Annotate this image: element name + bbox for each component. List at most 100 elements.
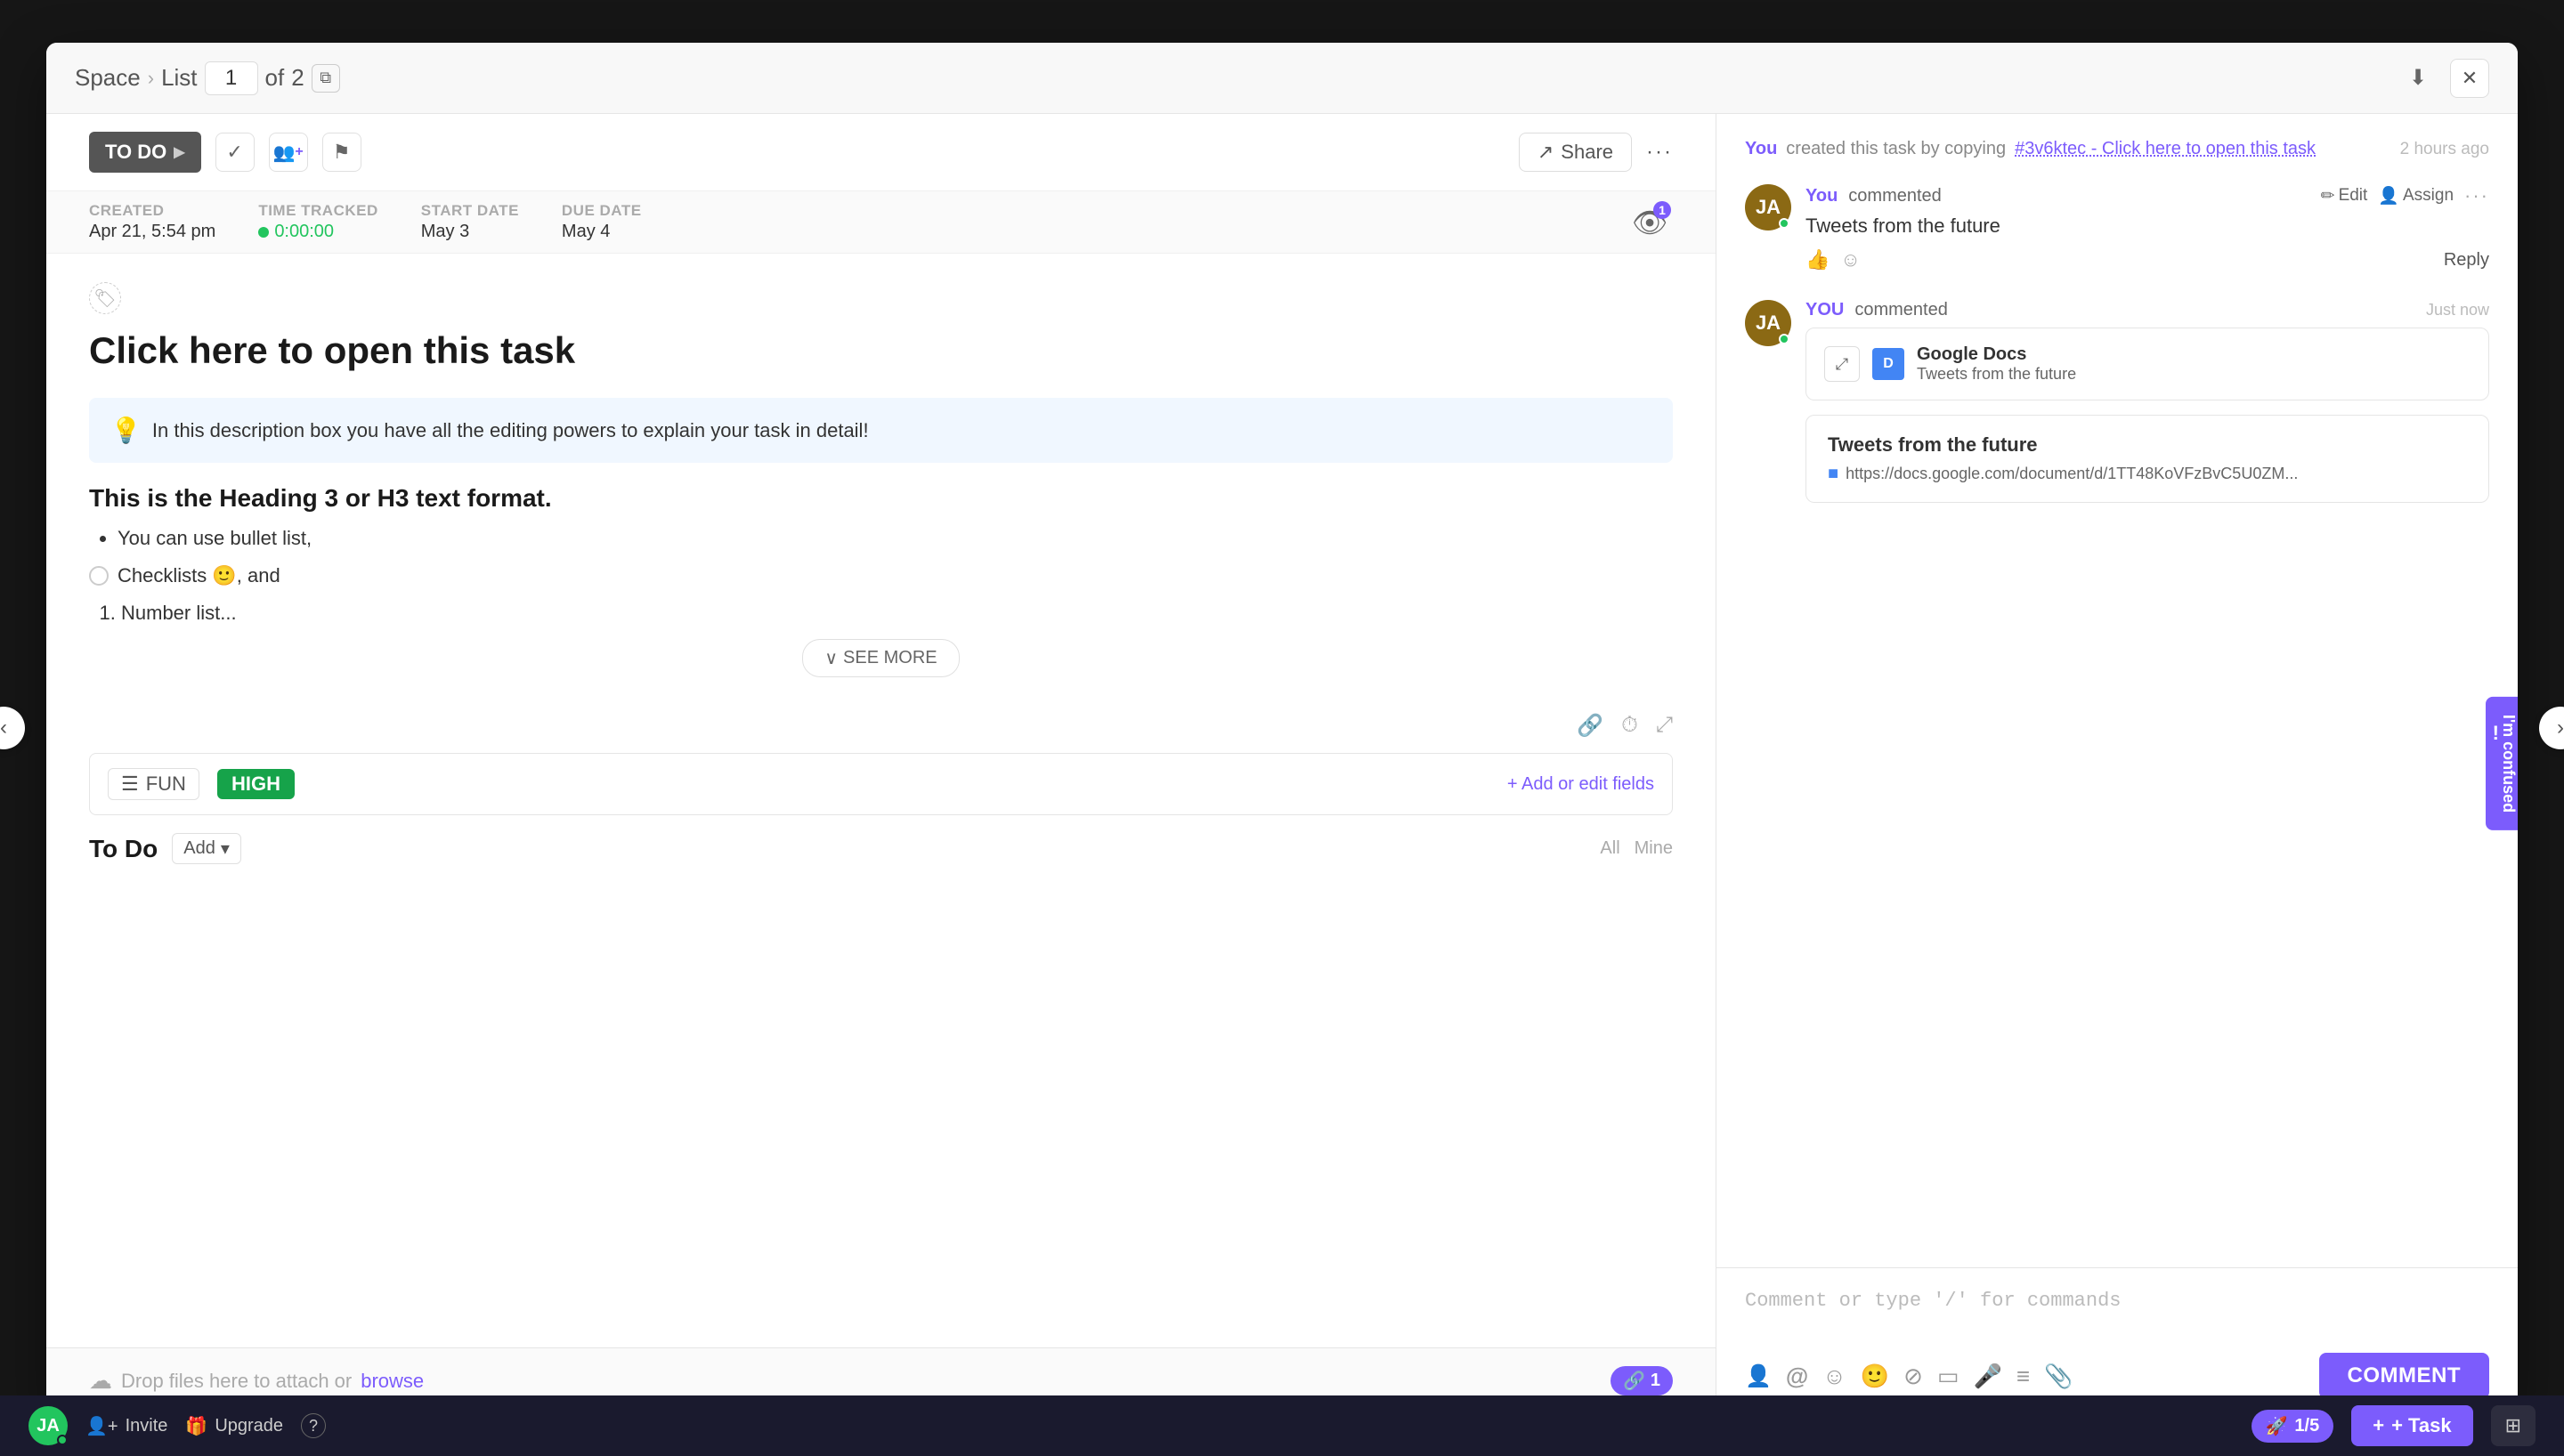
- topbar-actions: ⬇ ✕: [2400, 59, 2489, 98]
- todo-title: To Do: [89, 835, 158, 863]
- link-url-text: https://docs.google.com/document/d/1TT48…: [1846, 465, 2298, 483]
- copy-icon: ⧉: [320, 69, 331, 87]
- add-task-label: + Task: [2391, 1414, 2451, 1437]
- assign-label: Assign: [2403, 186, 2454, 206]
- drop-text: Drop files here to attach or: [121, 1370, 352, 1393]
- start-date-value: May 3: [421, 222, 519, 242]
- add-label: Add: [183, 838, 215, 859]
- flag-icon: ⚑: [333, 141, 351, 164]
- task-bullet-list: You can use bullet list,: [89, 527, 1673, 550]
- link-preview-card[interactable]: Tweets from the future ■ https://docs.go…: [1805, 415, 2489, 503]
- browse-link[interactable]: browse: [361, 1370, 424, 1393]
- task-numbered-list: Number list...: [89, 602, 1673, 625]
- like-button[interactable]: 👍: [1805, 248, 1830, 271]
- apps-button[interactable]: ⊞: [2491, 1405, 2536, 1446]
- notification-badge[interactable]: 🚀 1/5: [2252, 1410, 2334, 1443]
- time-tracked-meta: TIME TRACKED 0:00:00: [258, 202, 377, 242]
- close-button[interactable]: ✕: [2450, 59, 2489, 98]
- invite-button[interactable]: 👤+ Invite: [85, 1415, 167, 1437]
- help-icon: ?: [301, 1413, 326, 1438]
- help-button[interactable]: ?: [301, 1413, 326, 1438]
- audio-button[interactable]: 🎤: [1974, 1363, 2002, 1390]
- cloud-icon: ☁: [89, 1367, 112, 1395]
- space-label: Space: [75, 64, 141, 92]
- at-mention-button[interactable]: @: [1786, 1363, 1808, 1390]
- attachment-button[interactable]: 📎: [2044, 1363, 2073, 1390]
- add-dropdown-button[interactable]: Add ▾: [172, 833, 241, 864]
- status-button[interactable]: TO DO ▶: [89, 132, 201, 173]
- reply-button[interactable]: Reply: [2444, 250, 2489, 271]
- add-member-button[interactable]: 👥 +: [269, 133, 308, 172]
- app-bar-initials: JA: [37, 1416, 60, 1436]
- tag-field[interactable]: ☰ FUN: [108, 768, 199, 800]
- filter-all-button[interactable]: All: [1600, 838, 1619, 859]
- more-options-button[interactable]: ···: [1646, 140, 1673, 165]
- close-icon: ✕: [2462, 67, 2478, 90]
- comment-reactions-1: 👍 ☺ Reply: [1805, 248, 2489, 271]
- see-more-button[interactable]: ∨ SEE MORE: [802, 639, 959, 677]
- flag-button[interactable]: ⚑: [322, 133, 361, 172]
- page-number-input[interactable]: [205, 61, 258, 95]
- people-icon: 👥: [272, 142, 295, 164]
- links-count: 1: [1651, 1371, 1660, 1391]
- edit-icon: ✏: [2321, 186, 2335, 206]
- watch-button[interactable]: 👁 1: [1627, 199, 1673, 246]
- history-icon[interactable]: ⏱: [1621, 713, 1638, 739]
- mention-user-button[interactable]: 👤: [1745, 1363, 1772, 1389]
- filter-mine-button[interactable]: Mine: [1635, 838, 1673, 859]
- edit-comment-button[interactable]: ✏ Edit: [2321, 186, 2368, 206]
- comment-submit-button[interactable]: COMMENT: [2319, 1353, 2489, 1399]
- avatar-1: JA: [1745, 184, 1791, 231]
- share-label: Share: [1561, 141, 1613, 164]
- upgrade-label: Upgrade: [215, 1416, 283, 1436]
- comment-more-button-1[interactable]: ···: [2464, 184, 2489, 207]
- tag-icon-button[interactable]: 🏷: [89, 282, 121, 314]
- confused-icon: !: [2493, 722, 2499, 745]
- emoji-reaction-button[interactable]: ☺: [1840, 248, 1860, 271]
- assign-comment-button[interactable]: 👤 Assign: [2378, 185, 2454, 206]
- checklist-circle[interactable]: [89, 566, 109, 586]
- task-modal: Space › List of 2 ⧉ ⬇ ✕ TO DO ▶: [46, 43, 2518, 1413]
- status-label: TO DO: [105, 141, 166, 164]
- gdoc-expand-button[interactable]: ⤢: [1824, 346, 1860, 382]
- gdoc-card[interactable]: ⤢ D Google Docs Tweets from the future: [1805, 328, 2489, 400]
- avatar-online-2: [1779, 334, 1789, 344]
- text-format-button[interactable]: ≡: [2016, 1363, 2030, 1390]
- slash-command-button[interactable]: ⊘: [1903, 1363, 1923, 1390]
- upgrade-button[interactable]: 🎁 Upgrade: [185, 1415, 283, 1437]
- checklist-item-1[interactable]: Checklists 🙂, and: [89, 564, 1673, 587]
- avatar-initials-1: JA: [1756, 196, 1781, 219]
- time-dot: [258, 227, 269, 238]
- docs-letter: D: [1883, 356, 1894, 372]
- more-icon: ···: [1646, 140, 1673, 164]
- task-title[interactable]: Click here to open this task: [89, 328, 1673, 373]
- check-button[interactable]: ✓: [215, 133, 255, 172]
- comment-input[interactable]: [1745, 1282, 2489, 1341]
- chevron-down-icon: ∨: [824, 647, 838, 669]
- emoji-button-2[interactable]: 🙂: [1861, 1363, 1889, 1390]
- task-body: 🏷 Click here to open this task 💡 In this…: [46, 254, 1716, 1347]
- priority-badge[interactable]: HIGH: [217, 769, 295, 799]
- task-checklist: Checklists 🙂, and: [89, 564, 1673, 587]
- expand-icon[interactable]: ⤢: [1656, 713, 1673, 739]
- avatar-2: JA: [1745, 300, 1791, 346]
- confused-tab[interactable]: I'm confused !: [2486, 697, 2518, 830]
- add-fields-button[interactable]: + Add or edit fields: [1507, 774, 1654, 795]
- right-panel: I'm confused ! You created this task by …: [1716, 114, 2518, 1413]
- download-button[interactable]: ⬇: [2400, 61, 2436, 96]
- emoji-button-1[interactable]: ☺: [1822, 1363, 1846, 1390]
- share-button[interactable]: ↗ Share: [1519, 133, 1632, 172]
- links-badge[interactable]: 🔗 1: [1611, 1366, 1673, 1395]
- modal-content: TO DO ▶ ✓ 👥 + ⚑ ↗ Share: [46, 114, 2518, 1413]
- comment-action-2: commented: [1854, 300, 1948, 320]
- of-label: of: [265, 64, 285, 92]
- add-task-button[interactable]: + + Task: [2351, 1405, 2472, 1446]
- task-meta-bar: CREATED Apr 21, 5:54 pm TIME TRACKED 0:0…: [46, 191, 1716, 254]
- copy-link-button[interactable]: ⧉: [312, 64, 340, 93]
- comment-block-1: JA You commented ✏ Edit: [1745, 184, 2489, 279]
- link-icon[interactable]: 🔗: [1577, 713, 1603, 739]
- task-heading3: This is the Heading 3 or H3 text format.: [89, 484, 1673, 513]
- notification-count: 1/5: [2294, 1416, 2319, 1436]
- activity-task-link[interactable]: #3v6ktec - Click here to open this task: [2015, 139, 2316, 159]
- screen-button[interactable]: ▭: [1937, 1363, 1960, 1390]
